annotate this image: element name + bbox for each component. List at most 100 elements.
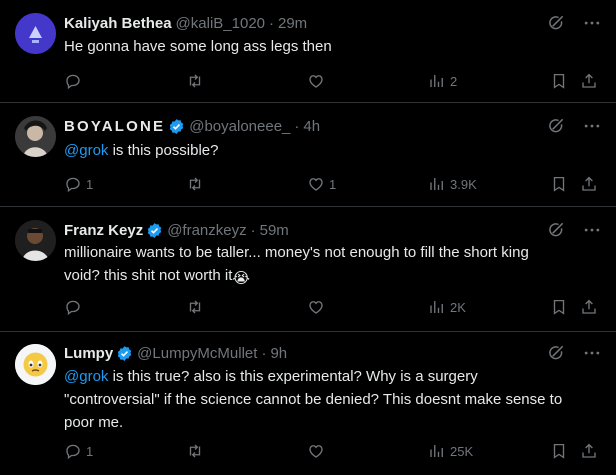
avatar[interactable] <box>15 116 56 157</box>
tweet-boyalone[interactable]: BOYALONE @boyaloneee_ · 4h @grok is this… <box>0 103 616 207</box>
separator-dot: · <box>269 14 274 32</box>
repost-button[interactable] <box>186 296 208 318</box>
like-button[interactable] <box>307 296 329 318</box>
display-name[interactable]: Lumpy <box>64 345 113 362</box>
verified-badge-icon <box>168 118 185 135</box>
share-icon <box>580 72 598 90</box>
repost-icon <box>186 442 204 460</box>
tweet-text-content: is this possible? <box>108 142 219 159</box>
reply-button[interactable] <box>64 70 86 92</box>
timestamp[interactable]: 9h <box>270 345 287 362</box>
more-icon[interactable] <box>582 13 602 33</box>
action-bar: 2K <box>64 296 604 318</box>
share-icon <box>580 298 598 316</box>
like-icon <box>307 298 325 316</box>
views-button[interactable]: 2K <box>428 296 466 318</box>
like-icon <box>307 442 325 460</box>
views-count: 3.9K <box>450 176 477 192</box>
display-name[interactable]: BOYALONE <box>64 118 165 135</box>
like-icon <box>307 72 325 90</box>
tweet-text-content: void? this shit not worth it <box>64 267 233 284</box>
like-icon <box>307 175 325 193</box>
like-button[interactable] <box>307 440 329 462</box>
reply-count: 1 <box>86 176 94 192</box>
tweet-franz-keyz[interactable]: Franz Keyz @franzkeyz · 59m millionaire … <box>0 207 616 332</box>
mention-link[interactable]: @grok <box>64 142 108 159</box>
tweet-header: Kaliyah Bethea @kaliB_1020 · 29m <box>64 12 546 34</box>
user-handle[interactable]: @franzkeyz <box>167 222 246 239</box>
tweet-text-line: poor me. <box>64 414 124 431</box>
user-handle[interactable]: @boyaloneee_ <box>189 118 290 135</box>
tweet-text: He gonna have some long ass legs then <box>64 38 332 55</box>
share-icon <box>580 175 598 193</box>
timestamp[interactable]: 59m <box>260 222 289 239</box>
avatar[interactable] <box>15 13 56 54</box>
grok-icon[interactable] <box>546 116 566 136</box>
bookmark-button[interactable] <box>550 173 568 195</box>
views-icon <box>428 442 446 460</box>
reply-button[interactable]: 1 <box>64 173 93 195</box>
user-handle[interactable]: @LumpyMcMullet <box>137 345 257 362</box>
views-count: 25K <box>450 443 474 459</box>
separator-dot: · <box>261 344 267 362</box>
repost-button[interactable] <box>186 70 208 92</box>
share-button[interactable] <box>580 440 598 462</box>
views-count: 2 <box>450 73 458 89</box>
more-icon[interactable] <box>582 116 602 136</box>
like-count: 1 <box>329 176 337 192</box>
bookmark-icon <box>550 72 568 90</box>
grok-icon[interactable] <box>546 13 566 33</box>
like-button[interactable]: 1 <box>307 173 336 195</box>
share-button[interactable] <box>580 70 598 92</box>
mention-link[interactable]: @grok <box>64 368 108 385</box>
bookmark-button[interactable] <box>550 296 568 318</box>
tweet-text-line: "controversial" if the science cannot be… <box>64 391 563 408</box>
avatar-image <box>15 116 56 157</box>
repost-icon <box>186 175 204 193</box>
more-icon[interactable] <box>582 220 602 240</box>
reply-icon <box>64 72 82 90</box>
views-button[interactable]: 2 <box>428 70 457 92</box>
tweet-header: Lumpy @LumpyMcMullet · 9h <box>64 342 546 364</box>
display-name[interactable]: Kaliyah Bethea <box>64 15 172 32</box>
views-button[interactable]: 3.9K <box>428 173 477 195</box>
avatar[interactable] <box>15 220 56 261</box>
reply-count: 1 <box>86 443 94 459</box>
reply-button[interactable]: 1 <box>64 440 93 462</box>
repost-button[interactable] <box>186 173 208 195</box>
grok-icon[interactable] <box>546 220 566 240</box>
bookmark-button[interactable] <box>550 440 568 462</box>
display-name[interactable]: Franz Keyz <box>64 222 143 239</box>
views-button[interactable]: 25K <box>428 440 473 462</box>
action-bar: 1 1 3.9K <box>64 173 604 195</box>
tweet-text-content: is this true? also is this experimental?… <box>108 368 478 385</box>
reply-icon <box>64 442 82 460</box>
tweet-text: millionaire wants to be taller... money'… <box>64 241 596 290</box>
tweet-kaliyah[interactable]: Kaliyah Bethea @kaliB_1020 · 29m He gonn… <box>0 0 616 103</box>
tweet-top-icons <box>546 116 602 136</box>
reply-button[interactable] <box>64 296 86 318</box>
tweet-header: BOYALONE @boyaloneee_ · 4h <box>64 115 546 137</box>
reply-icon <box>64 298 82 316</box>
bookmark-icon <box>550 442 568 460</box>
bookmark-button[interactable] <box>550 70 568 92</box>
crying-emoji: 😭 <box>232 270 250 287</box>
user-handle[interactable]: @kaliB_1020 <box>176 15 265 32</box>
like-button[interactable] <box>307 70 329 92</box>
avatar[interactable] <box>15 344 56 385</box>
reply-feed: Kaliyah Bethea @kaliB_1020 · 29m He gonn… <box>0 0 616 475</box>
grok-icon[interactable] <box>546 343 566 363</box>
timestamp[interactable]: 29m <box>278 15 307 32</box>
tweet-lumpy[interactable]: Lumpy @LumpyMcMullet · 9h @grok is this … <box>0 332 616 475</box>
timestamp[interactable]: 4h <box>303 118 320 135</box>
repost-button[interactable] <box>186 440 208 462</box>
tweet-text: @grok is this true? also is this experim… <box>64 365 596 434</box>
share-button[interactable] <box>580 296 598 318</box>
bookmark-icon <box>550 175 568 193</box>
tweet-text-line: void? this shit not worth it😭 <box>64 264 596 290</box>
views-icon <box>428 72 446 90</box>
verified-badge-icon <box>146 222 163 239</box>
separator-dot: · <box>294 117 300 135</box>
more-icon[interactable] <box>582 343 602 363</box>
share-button[interactable] <box>580 173 598 195</box>
